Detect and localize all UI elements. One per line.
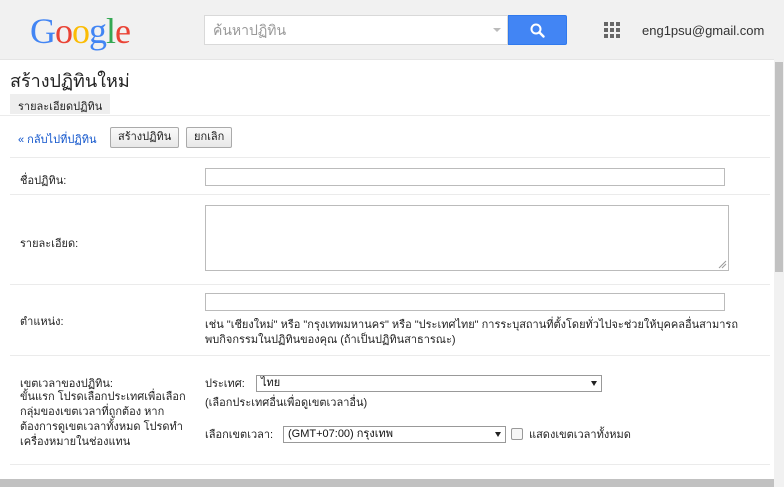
search-button[interactable] <box>508 15 567 45</box>
search-dropdown-icon[interactable] <box>493 28 501 32</box>
search-input[interactable] <box>205 16 485 44</box>
country-help: (เลือกประเทศอื่นเพื่อดูเขตเวลาอื่น) <box>205 397 368 409</box>
timezone-hint: ขั้นแรก โปรดเลือกประเทศเพื่อเลือกกลุ่มขอ… <box>20 391 186 448</box>
divider <box>10 194 770 195</box>
country-select[interactable]: ไทย <box>256 375 602 392</box>
location-help-line: เช่น "เชียงใหม่" หรือ "กรุงเทพมหานคร" หร… <box>205 319 738 331</box>
back-to-calendar-link[interactable]: « กลับไปที่ปฏิทิน <box>18 130 96 148</box>
logo-letter: g <box>89 11 107 51</box>
search-box[interactable] <box>204 15 508 45</box>
logo-letter: o <box>72 11 90 51</box>
show-all-timezones-checkbox[interactable] <box>511 428 523 440</box>
description-label: รายละเอียด: <box>20 238 79 250</box>
logo-letter: e <box>115 11 131 51</box>
location-help-text: เช่น "เชียงใหม่" หรือ "กรุงเทพมหานคร" หร… <box>205 318 738 348</box>
calendar-name-label: ชื่อปฏิทิน: <box>20 175 67 187</box>
calendar-name-field[interactable] <box>205 168 725 186</box>
location-field[interactable] <box>205 293 725 311</box>
google-logo[interactable]: Google <box>30 10 131 52</box>
location-label: ตำแหน่ง: <box>20 316 64 328</box>
divider <box>10 284 770 285</box>
country-select-value: ไทย <box>261 377 281 389</box>
chevron-down-icon <box>591 381 597 386</box>
description-field[interactable] <box>205 205 729 271</box>
timezone-select-value: (GMT+07:00) กรุงเทพ <box>288 428 393 440</box>
account-email[interactable]: eng1psu@gmail.com <box>642 23 764 38</box>
logo-letter: l <box>106 11 116 51</box>
create-calendar-button[interactable]: สร้างปฏิทิน <box>110 127 180 148</box>
vertical-scrollbar-thumb[interactable] <box>775 62 783 272</box>
timezone-select[interactable]: (GMT+07:00) กรุงเทพ <box>283 426 506 443</box>
tab-calendar-details[interactable]: รายละเอียดปฏิทิน <box>10 94 111 114</box>
apps-grid-icon[interactable] <box>604 22 620 38</box>
divider <box>10 355 770 356</box>
logo-letter: G <box>30 11 56 51</box>
search-icon <box>530 23 545 38</box>
location-help-line: พบกิจกรรมในปฏิทินของคุณ (ถ้าเป็นปฏิทินสา… <box>205 334 456 346</box>
tab-divider <box>0 115 770 116</box>
country-label: ประเทศ: <box>205 378 245 390</box>
timezone-select-label: เลือกเขตเวลา: <box>205 429 274 441</box>
divider <box>10 157 770 158</box>
chevron-down-icon <box>495 432 501 437</box>
horizontal-scrollbar[interactable] <box>0 479 774 487</box>
logo-letter: o <box>55 11 73 51</box>
resize-handle-icon[interactable] <box>718 260 727 269</box>
divider <box>10 464 770 465</box>
show-all-timezones-label[interactable]: แสดงเขตเวลาทั้งหมด <box>529 428 631 443</box>
cancel-button[interactable]: ยกเลิก <box>186 127 233 148</box>
page-title: สร้างปฏิทินใหม่ <box>10 71 130 91</box>
